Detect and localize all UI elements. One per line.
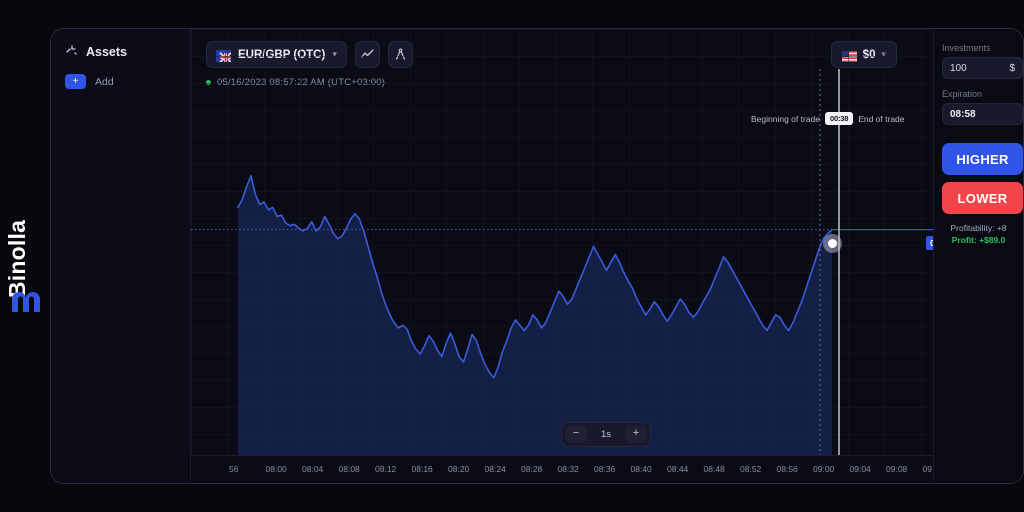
chart-area: Beginning of trade 00:38 End of trade 0.… [191, 29, 1023, 483]
minus-icon[interactable]: − [565, 426, 587, 443]
trading-platform-screen: Binolla Assets + Add Beginning of trade … [0, 0, 1024, 512]
time-tick: 09:04 [849, 464, 871, 474]
assets-panel: Assets + Add [51, 29, 191, 483]
plus-icon[interactable]: + [625, 426, 647, 443]
time-tick: 08:40 [630, 464, 652, 474]
time-tick: 08:16 [411, 464, 433, 474]
higher-button[interactable]: HIGHER [942, 143, 1023, 175]
assets-header: Assets [65, 43, 127, 61]
time-tick: 08:28 [521, 464, 543, 474]
price-area-chart[interactable] [191, 29, 1024, 484]
brand-rail: Binolla [0, 0, 50, 512]
time-tick: 09:00 [813, 464, 835, 474]
time-axis: 56 08:00 08:04 08:08 08:12 08:16 08:20 08:24 08:… [191, 455, 1023, 483]
time-tick: 08:24 [484, 464, 506, 474]
current-price-marker-icon [823, 234, 842, 253]
brand-name: Binolla [4, 219, 30, 298]
platform-card: Assets + Add E [50, 28, 1024, 484]
investments-input[interactable]: 100 $ [942, 57, 1023, 79]
time-tick: 08:00 [265, 464, 287, 474]
trade-window-labels: Beginning of trade 00:38 End of trade [751, 112, 905, 125]
add-label: Add [95, 75, 114, 88]
time-tick: 08:04 [302, 464, 324, 474]
plus-icon[interactable]: + [65, 74, 86, 89]
investments-label: Investments [942, 43, 991, 53]
time-tick: 08:56 [776, 464, 798, 474]
time-tick: 56 [229, 464, 239, 474]
profit-text: Profit: +$89.0 [951, 235, 1006, 245]
binolla-m-logo-icon [10, 287, 42, 313]
time-tick: 08:08 [338, 464, 360, 474]
time-tick: 09 [922, 464, 932, 474]
time-tick: 08:36 [594, 464, 616, 474]
investments-value: 100 [950, 62, 967, 74]
time-tick: 09:08 [886, 464, 908, 474]
timeframe-value: 1s [600, 429, 612, 440]
time-tick: 08:52 [740, 464, 762, 474]
profitability-text: Profitability: +8 [950, 223, 1007, 233]
expiration-input[interactable]: 08:58 [942, 103, 1023, 125]
time-tick: 08:20 [448, 464, 470, 474]
assets-title: Assets [86, 45, 127, 59]
currency-symbol: $ [1009, 62, 1015, 74]
time-tick: 08:12 [375, 464, 397, 474]
expiration-value: 08:58 [950, 108, 976, 120]
add-asset-row[interactable]: + Add [65, 74, 114, 89]
trade-countdown: 00:38 [825, 112, 854, 125]
time-tick: 08:32 [557, 464, 579, 474]
lower-button[interactable]: LOWER [942, 182, 1023, 214]
beginning-of-trade-label: Beginning of trade [751, 113, 820, 124]
assets-spark-icon [65, 43, 78, 61]
end-of-trade-label: End of trade [858, 113, 905, 124]
time-tick: 08:48 [703, 464, 725, 474]
timeframe-stepper: − 1s + [561, 422, 651, 447]
time-tick: 08:44 [667, 464, 689, 474]
expiration-label: Expiration [942, 89, 983, 99]
trade-panel: Investments 100 $ Expiration 08:58 HIGHE… [933, 29, 1023, 483]
